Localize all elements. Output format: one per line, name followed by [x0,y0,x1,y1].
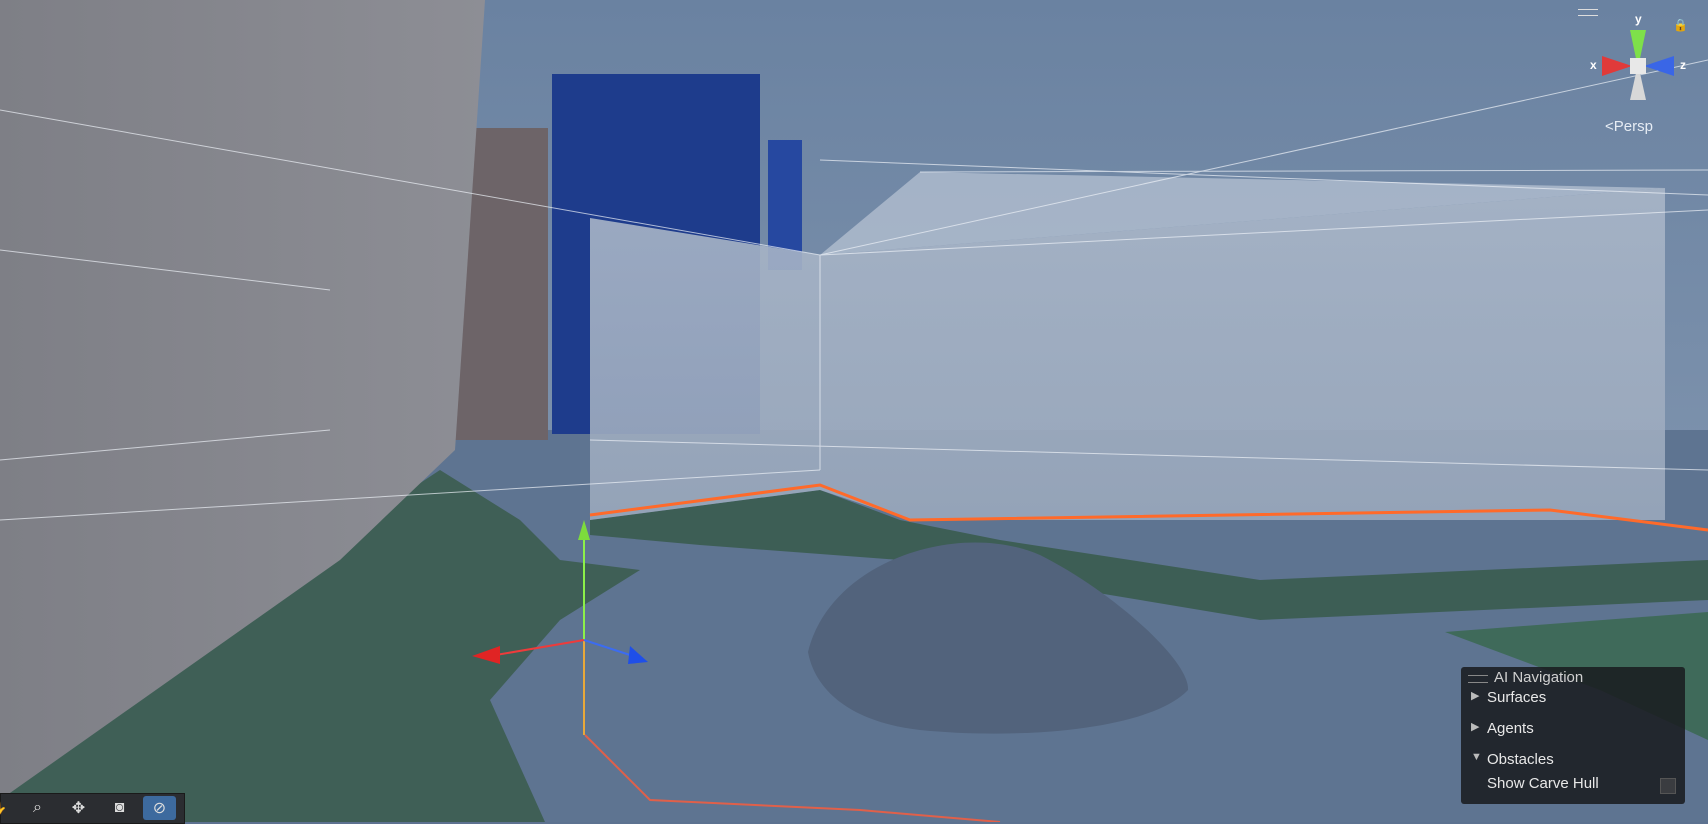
hand-tool-button[interactable]: ✋ [0,796,14,820]
projection-toggle[interactable]: <Persp [1605,118,1653,135]
compass-icon: ⊘ [152,800,167,817]
section-label: Surfaces [1487,689,1547,706]
gizmo-x-label: x [1590,58,1597,72]
compass-tool-button[interactable]: ⊘ [143,796,176,820]
scene-menu-icon[interactable] [1578,9,1598,16]
search-icon: ⌕ [33,799,42,816]
hand-icon: ✋ [0,798,7,818]
scene-viewport[interactable] [0,0,1708,822]
gizmo-z-label: z [1680,58,1686,72]
show-carve-hull-label: Show Carve Hull [1487,775,1599,792]
section-label: Obstacles [1487,751,1554,768]
scene-toolbar: ✋ ⌕ ✥ ◙ ⊘ [0,793,185,824]
expand-right-icon[interactable]: ▶ [1471,720,1479,733]
gizmo-y-label: y [1635,12,1642,26]
section-surfaces[interactable]: ▶ Surfaces [1471,689,1547,706]
search-tool-button[interactable]: ⌕ [21,796,54,820]
ai-navigation-overlay: AI Navigation ▶ Surfaces ▶ Agents ▼ Obstacl… [1461,667,1685,804]
drag-handle[interactable] [1468,675,1488,683]
section-obstacles[interactable]: ▼ Obstacles [1471,751,1554,768]
chevron-left-icon: < [1605,118,1614,135]
move-icon: ✥ [71,800,86,817]
overlay-title: AI Navigation [1494,669,1584,686]
section-label: Agents [1487,720,1534,737]
expand-down-icon[interactable]: ▼ [1471,751,1482,763]
lock-icon[interactable]: 🔒 [1673,18,1688,32]
projection-label: Persp [1613,118,1653,135]
move-tool-button[interactable]: ✥ [62,796,95,820]
camera-icon: ◙ [114,799,125,816]
expand-right-icon[interactable]: ▶ [1471,689,1479,702]
show-carve-hull-checkbox[interactable] [1660,778,1676,794]
camera-tool-button[interactable]: ◙ [103,796,136,820]
section-agents[interactable]: ▶ Agents [1471,720,1534,737]
